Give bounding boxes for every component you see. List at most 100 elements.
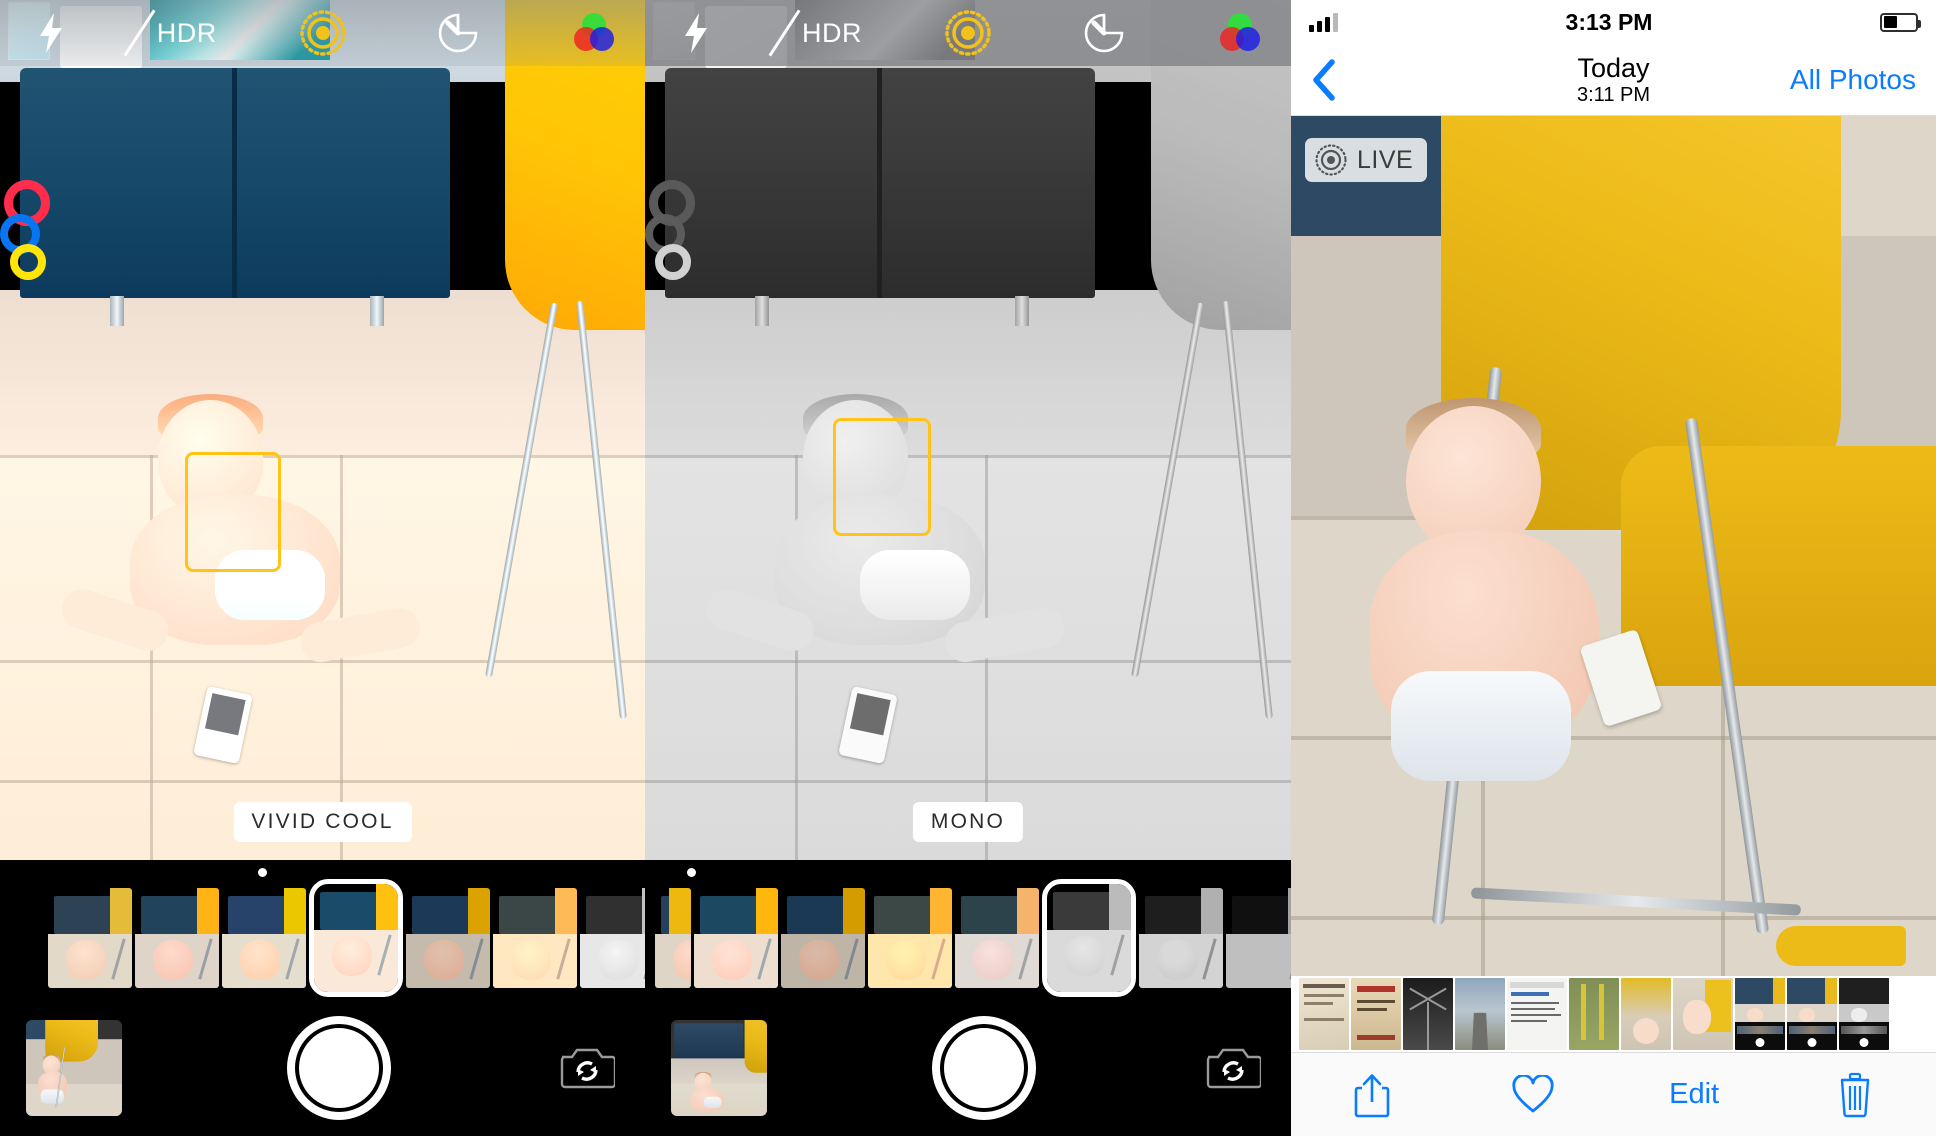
- list-item[interactable]: [1735, 978, 1785, 1050]
- status-time: 3:13 PM: [1565, 8, 1653, 35]
- filter-carousel-left[interactable]: [0, 860, 645, 1000]
- camera-bottom-controls-right: [645, 1000, 1291, 1136]
- filter-carousel-right[interactable]: [645, 860, 1291, 1000]
- list-item[interactable]: [1569, 978, 1619, 1050]
- timer-icon[interactable]: [1075, 9, 1133, 57]
- list-item[interactable]: [1455, 978, 1505, 1050]
- camera-top-toolbar-left: HDR: [0, 0, 645, 66]
- couch-seam: [232, 68, 237, 298]
- chair-foot: [1776, 926, 1906, 966]
- last-photo-thumbnail[interactable]: [26, 1020, 122, 1116]
- couch: [1291, 116, 1461, 256]
- flip-camera-icon[interactable]: [1201, 1040, 1265, 1096]
- trash-icon[interactable]: [1810, 1064, 1900, 1126]
- filter-thumbnail[interactable]: [955, 888, 1039, 988]
- filter-thumbnail-selected[interactable]: [1042, 879, 1136, 997]
- page-title: Today: [1577, 52, 1650, 83]
- filter-thumbnail[interactable]: [1226, 888, 1291, 988]
- flash-bolt-icon[interactable]: [667, 9, 725, 57]
- list-item[interactable]: [1839, 978, 1889, 1050]
- filter-thumbnail[interactable]: [493, 888, 577, 988]
- hdr-toggle[interactable]: HDR: [768, 9, 862, 57]
- camera-viewfinder-right[interactable]: MONO: [645, 0, 1291, 860]
- filter-thumbnail[interactable]: [48, 888, 132, 988]
- filter-thumbnail[interactable]: [868, 888, 952, 988]
- hdr-off-slash: [768, 9, 801, 57]
- face-detection-box: [833, 418, 931, 536]
- list-item[interactable]: [1621, 978, 1671, 1050]
- filter-thumbnail[interactable]: [406, 888, 490, 988]
- navigation-bar: Today 3:11 PM All Photos: [1291, 44, 1936, 116]
- shutter-button[interactable]: [286, 1016, 391, 1120]
- live-photo-label: LIVE: [1357, 145, 1414, 174]
- camera-screen-mono: MONO HDR: [645, 0, 1291, 1136]
- edit-button[interactable]: Edit: [1649, 1064, 1739, 1126]
- tile-grout: [645, 780, 1291, 783]
- live-photo-badge[interactable]: LIVE: [1305, 138, 1428, 182]
- shutter-button[interactable]: [932, 1016, 1036, 1120]
- photo-viewer-screen: 3:13 PM Today 3:11 PM All Photos LIVE Ed…: [1291, 0, 1936, 1136]
- diaper: [1391, 671, 1571, 781]
- photo-filmstrip[interactable]: [1291, 976, 1936, 1052]
- filter-thumbnail[interactable]: [135, 888, 219, 988]
- filter-thumbnail-strip[interactable]: [655, 879, 1291, 997]
- list-item[interactable]: [1673, 978, 1733, 1050]
- flash-bolt-icon[interactable]: [22, 9, 80, 57]
- filter-thumbnail[interactable]: [694, 888, 778, 988]
- live-photo-icon[interactable]: [939, 9, 997, 57]
- hdr-toggle[interactable]: HDR: [123, 9, 216, 57]
- list-item[interactable]: [1787, 978, 1837, 1050]
- tile-grout: [1291, 916, 1936, 920]
- share-icon[interactable]: [1327, 1064, 1417, 1126]
- battery-icon: [1880, 12, 1921, 32]
- filter-thumbnail[interactable]: [781, 888, 865, 988]
- camera-preview-scene: [645, 0, 1291, 860]
- filter-name-chip: MONO: [912, 802, 1024, 842]
- camera-preview-scene: [0, 0, 645, 860]
- list-item[interactable]: [1507, 978, 1567, 1050]
- last-photo-thumbnail[interactable]: [671, 1020, 767, 1116]
- diaper: [860, 550, 970, 620]
- carousel-page-dot: [258, 868, 267, 877]
- baby-toy: [645, 180, 701, 300]
- baby-toy: [0, 180, 56, 300]
- filter-thumbnail[interactable]: [655, 888, 691, 988]
- flip-camera-icon[interactable]: [555, 1040, 619, 1096]
- baby-subject: [1351, 398, 1651, 826]
- camera-viewfinder-left[interactable]: VIVID COOL: [0, 0, 645, 860]
- photo-display-area[interactable]: LIVE: [1291, 116, 1936, 976]
- all-photos-button[interactable]: All Photos: [1790, 64, 1916, 96]
- filter-thumbnail-selected[interactable]: [309, 879, 403, 997]
- signal-strength-icon: [1309, 12, 1338, 32]
- filter-thumbnail[interactable]: [1139, 888, 1223, 988]
- live-photo-icon: [1315, 144, 1347, 176]
- face-detection-box: [185, 452, 281, 572]
- couch-leg: [1015, 296, 1029, 326]
- photo-action-toolbar: Edit: [1291, 1052, 1936, 1136]
- live-photo-icon[interactable]: [294, 9, 352, 57]
- page-subtitle: 3:11 PM: [1577, 83, 1650, 106]
- status-bar: 3:13 PM: [1291, 0, 1936, 44]
- filter-thumbnail[interactable]: [580, 888, 645, 988]
- camera-bottom-controls-left: [0, 1000, 645, 1136]
- yellow-chair-seat: [1621, 446, 1936, 686]
- list-item[interactable]: [1299, 978, 1349, 1050]
- timer-icon[interactable]: [429, 9, 487, 57]
- filter-name-chip: VIVID COOL: [233, 802, 412, 842]
- camera-screen-vivid-cool: VIVID COOL HDR: [0, 0, 645, 1136]
- list-item[interactable]: [1351, 978, 1401, 1050]
- filter-thumbnail[interactable]: [222, 888, 306, 988]
- heart-icon[interactable]: [1488, 1064, 1578, 1126]
- couch-seam: [877, 68, 882, 298]
- carousel-page-dot: [687, 868, 696, 877]
- screenshot-root: VIVID COOL HDR MONO HDR 3:13 PM Today 3:…: [0, 0, 1936, 1136]
- color-filters-icon[interactable]: [1211, 9, 1269, 57]
- back-chevron-icon[interactable]: [1311, 58, 1351, 102]
- photo-content: [1291, 116, 1936, 976]
- couch-leg: [110, 296, 124, 326]
- tile-grout: [0, 780, 645, 783]
- list-item[interactable]: [1403, 978, 1453, 1050]
- filter-thumbnail-strip[interactable]: [48, 879, 645, 997]
- color-filters-icon[interactable]: [565, 9, 623, 57]
- nav-title-group: Today 3:11 PM: [1577, 53, 1650, 107]
